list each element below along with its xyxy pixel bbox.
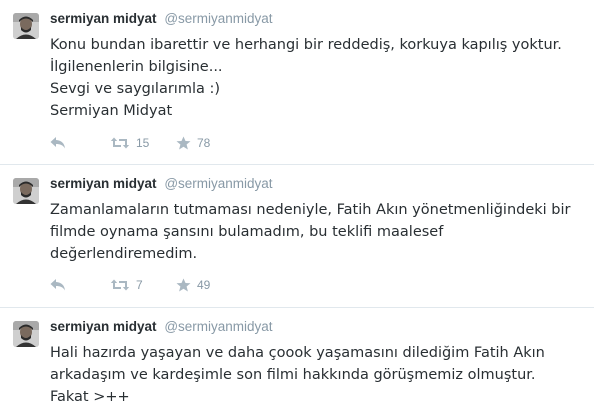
tweet-header: sermiyan midyat @sermiyanmidyat — [50, 10, 273, 28]
retweet-count: 15 — [136, 136, 150, 150]
tweet-text-line: Hali hazırda yaşayan ve daha çoook yaşam… — [50, 345, 545, 361]
avatar[interactable] — [13, 178, 39, 204]
favorite-count: 78 — [197, 136, 211, 150]
tweet-text-line: Konu bundan ibarettir ve herhangi bir re… — [50, 37, 562, 53]
tweet-text: Hali hazırda yaşayan ve daha çoook yaşam… — [50, 342, 580, 408]
tweet-header: sermiyan midyat @sermiyanmidyat — [50, 175, 273, 193]
retweet-count: 7 — [136, 278, 143, 292]
tweet-text-line: değerlendiremedim. — [50, 246, 198, 262]
reply-button[interactable] — [50, 276, 110, 294]
tweet-text-line: Sermiyan Midyat — [50, 103, 173, 119]
retweet-icon — [110, 279, 130, 291]
retweet-icon — [110, 137, 130, 149]
tweet[interactable]: sermiyan midyat @sermiyanmidyat Hali haz… — [0, 308, 594, 416]
tweet[interactable]: sermiyan midyat @sermiyanmidyat Zamanlam… — [0, 165, 594, 308]
tweet-text: Konu bundan ibarettir ve herhangi bir re… — [50, 34, 580, 122]
favorite-count: 49 — [197, 278, 211, 292]
username[interactable]: @sermiyanmidyat — [164, 176, 272, 191]
tweet-text-line: İlgilenenlerin bilgisine... — [50, 59, 223, 75]
username[interactable]: @sermiyanmidyat — [164, 11, 272, 26]
tweet-actions: 7 49 — [50, 276, 256, 294]
tweet[interactable]: sermiyan midyat @sermiyanmidyat Konu bun… — [0, 0, 594, 165]
retweet-button[interactable]: 7 — [110, 276, 176, 294]
tweet-text-line: Fakat >++ — [50, 389, 130, 405]
star-icon — [176, 278, 191, 292]
tweet-text: Zamanlamaların tutmaması nedeniyle, Fati… — [50, 199, 580, 265]
display-name[interactable]: sermiyan midyat — [50, 176, 157, 191]
avatar[interactable] — [13, 321, 39, 347]
tweet-text-line: Zamanlamaların tutmaması nedeniyle, Fati… — [50, 202, 571, 218]
display-name[interactable]: sermiyan midyat — [50, 319, 157, 334]
retweet-button[interactable]: 15 — [110, 134, 176, 152]
avatar[interactable] — [13, 13, 39, 39]
display-name[interactable]: sermiyan midyat — [50, 11, 157, 26]
favorite-button[interactable]: 78 — [176, 134, 256, 152]
username[interactable]: @sermiyanmidyat — [164, 319, 272, 334]
tweet-header: sermiyan midyat @sermiyanmidyat — [50, 318, 273, 336]
reply-icon — [50, 279, 65, 291]
tweet-actions: 15 78 — [50, 134, 256, 152]
favorite-button[interactable]: 49 — [176, 276, 256, 294]
tweet-text-line: Sevgi ve saygılarımla :) — [50, 81, 221, 97]
timeline: sermiyan midyat @sermiyanmidyat Konu bun… — [0, 0, 594, 416]
tweet-text-line: arkadaşım ve kardeşimle son filmi hakkın… — [50, 367, 536, 383]
reply-button[interactable] — [50, 134, 110, 152]
reply-icon — [50, 137, 65, 149]
star-icon — [176, 136, 191, 150]
tweet-text-line: filmde oynama şansını bulamadım, bu tekl… — [50, 224, 444, 240]
